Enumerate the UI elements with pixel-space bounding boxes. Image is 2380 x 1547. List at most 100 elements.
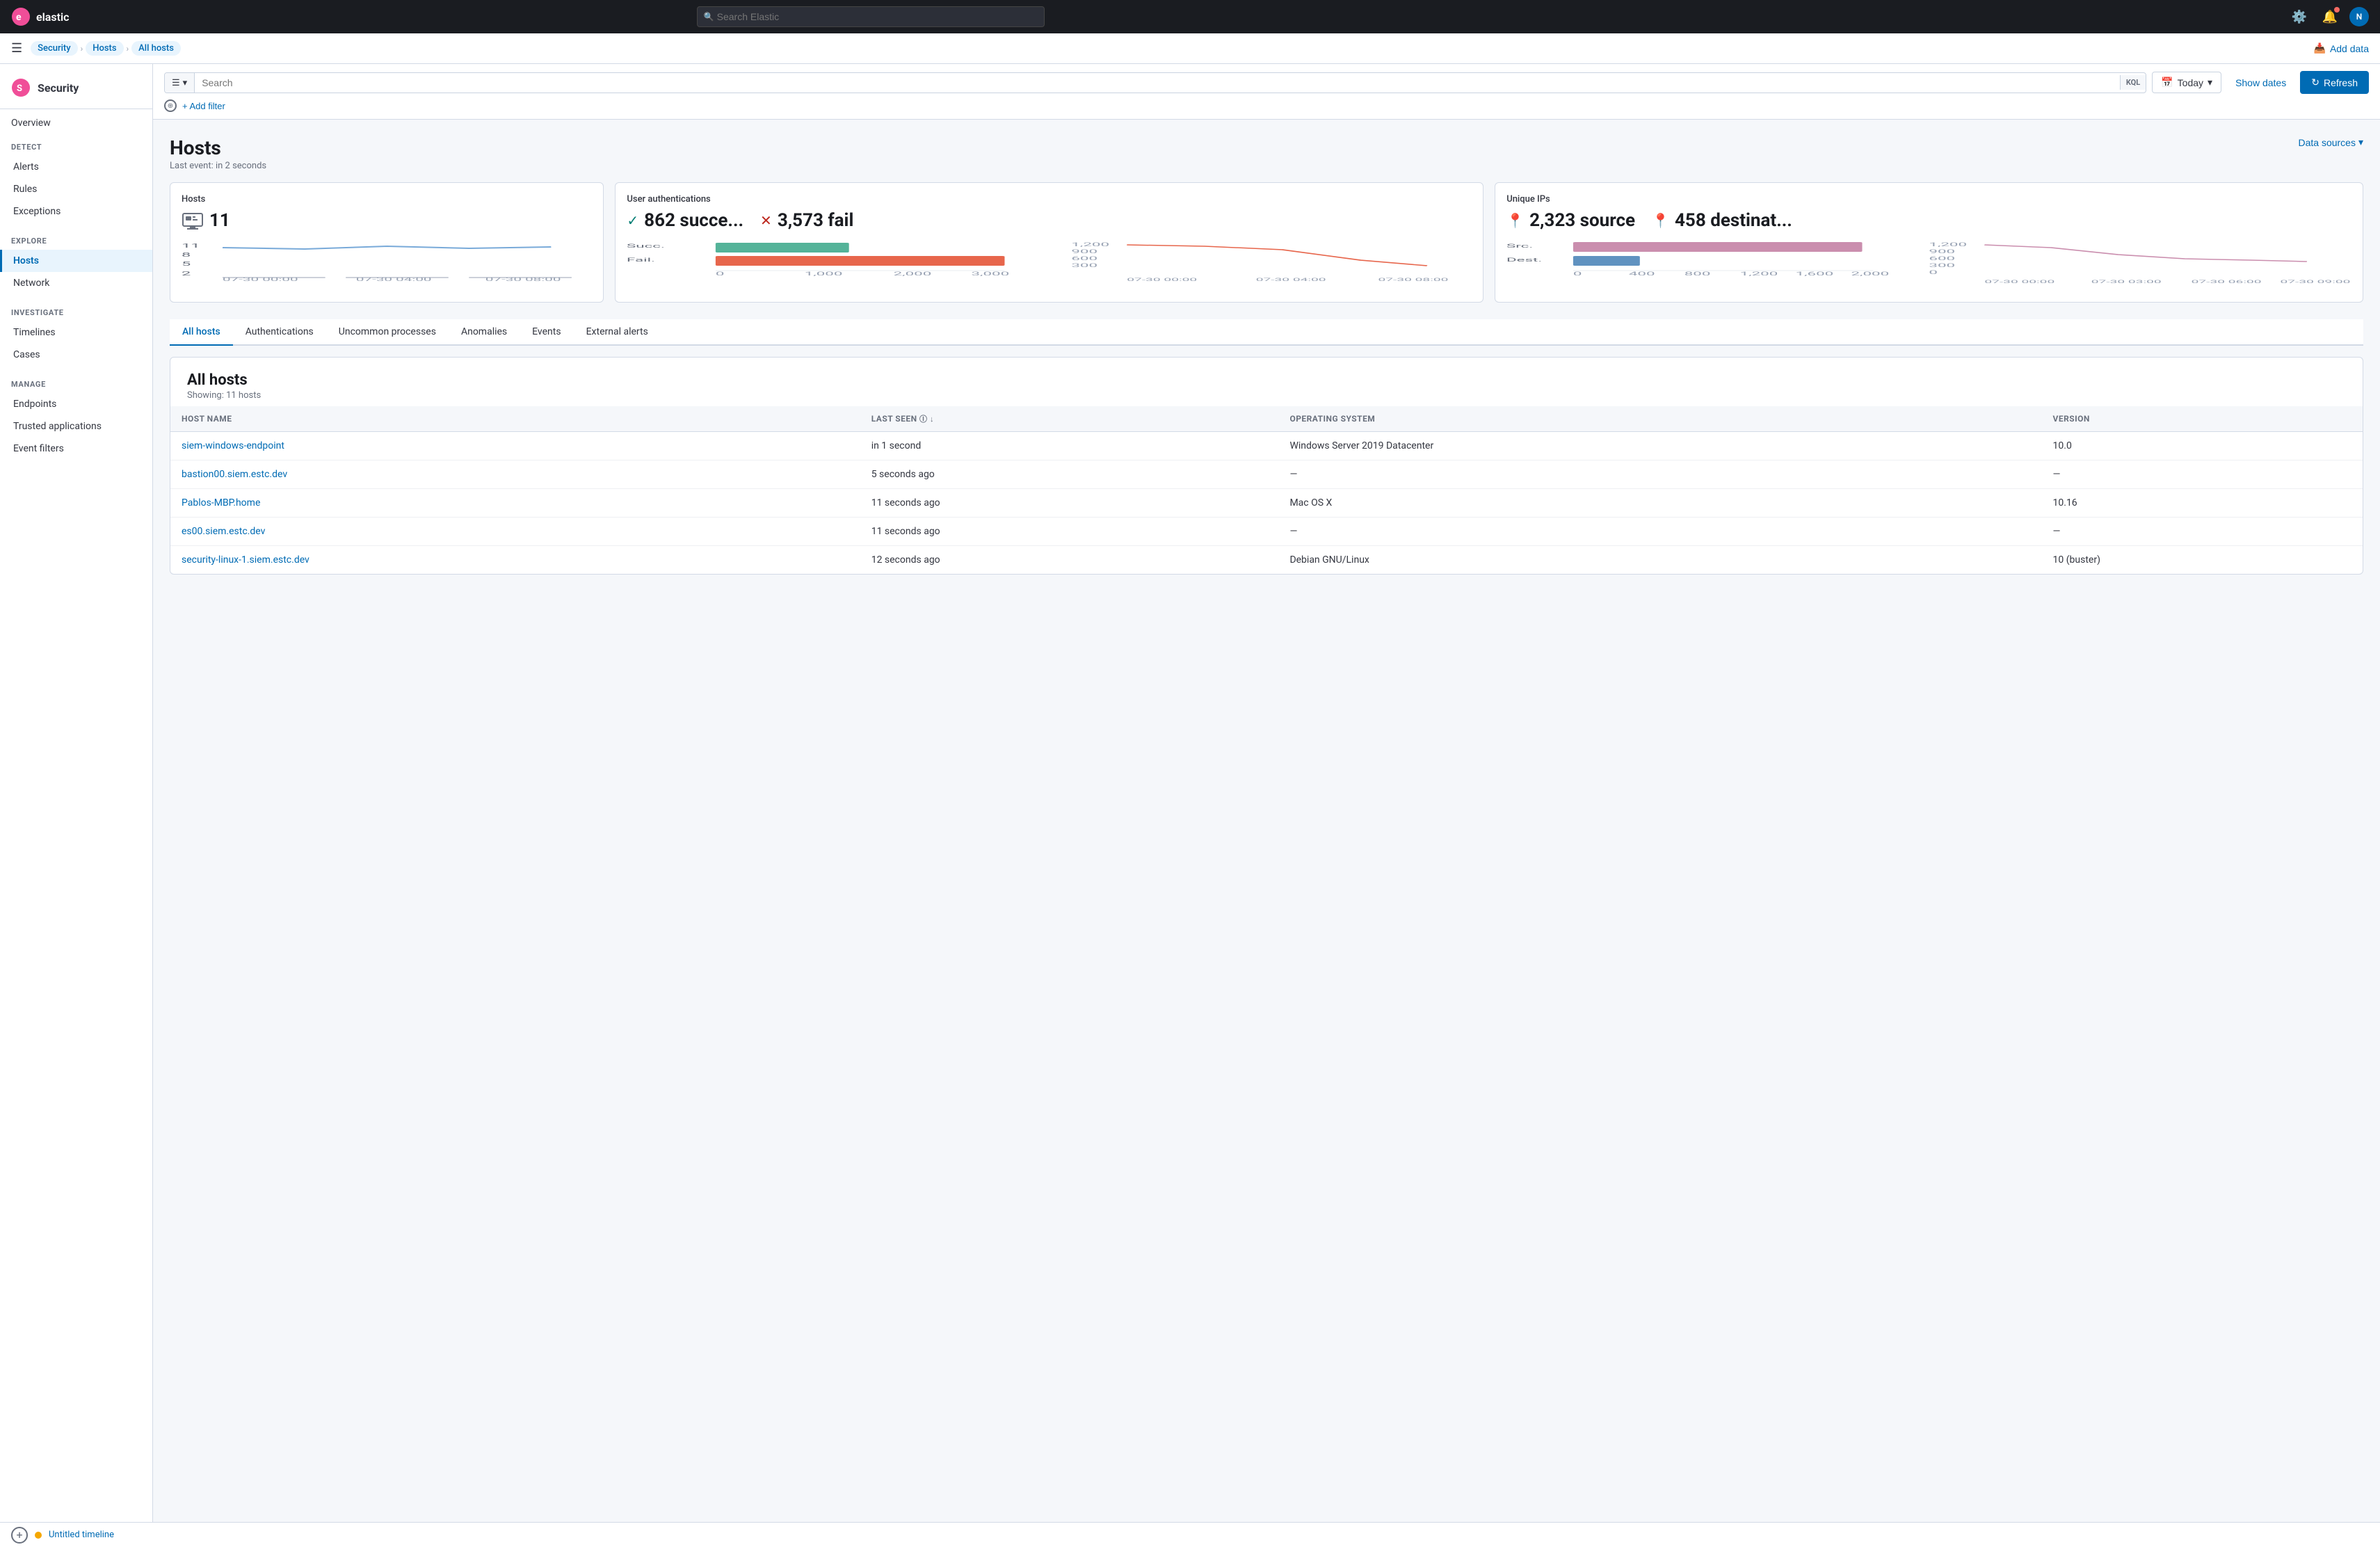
sidebar-item-hosts[interactable]: Hosts <box>0 250 152 272</box>
sidebar-section-investigate: Investigate Timelines Cases <box>0 297 152 369</box>
global-search-input[interactable] <box>697 6 1045 27</box>
svg-text:07-30 06:00: 07-30 06:00 <box>2192 280 2262 284</box>
cell-hostname: es00.siem.estc.dev <box>170 518 860 546</box>
table-header: All hosts Showing: 11 hosts <box>170 358 2363 406</box>
sidebar-item-alerts[interactable]: Alerts <box>0 156 152 178</box>
settings-icon-button[interactable]: ⚙️ <box>2288 6 2310 28</box>
col-last-seen-label: Last seen <box>871 414 917 424</box>
cell-os: Windows Server 2019 Datacenter <box>1278 432 2041 460</box>
sidebar-item-rules[interactable]: Rules <box>0 178 152 200</box>
tab-external-alerts[interactable]: External alerts <box>574 319 661 346</box>
page-subtitle: Last event: in 2 seconds <box>170 161 266 171</box>
sidebar-item-overview[interactable]: Overview <box>0 109 152 131</box>
sidebar-section-explore: Explore Hosts Network <box>0 225 152 297</box>
hostname-link[interactable]: es00.siem.estc.dev <box>182 526 265 537</box>
add-data-button[interactable]: 📥 Add data <box>2314 42 2370 54</box>
svg-text:07-30 09:00: 07-30 09:00 <box>2281 280 2351 284</box>
hosts-chart: 11 8 5 2 07-30 00:00 07-30 04:00 07-30 0… <box>182 239 592 284</box>
hostname-link[interactable]: siem-windows-endpoint <box>182 440 284 451</box>
ips-dest-count: 458 destinat... <box>1675 210 1792 231</box>
sidebar-header: S Security <box>0 64 152 109</box>
breadcrumb-item-security: Security <box>31 41 77 56</box>
kql-badge[interactable]: KQL <box>2120 75 2146 90</box>
sidebar-item-timelines[interactable]: Timelines <box>0 321 152 344</box>
hamburger-menu-button[interactable]: ☰ <box>11 41 22 56</box>
hostname-link[interactable]: Pablos-MBP.home <box>182 497 260 508</box>
tab-all-hosts[interactable]: All hosts <box>170 319 233 346</box>
table-row: Pablos-MBP.home11 seconds agoMac OS X10.… <box>170 489 2363 518</box>
col-os-label: Operating system <box>1289 414 1375 424</box>
tab-anomalies[interactable]: Anomalies <box>449 319 520 346</box>
sidebar-item-exceptions[interactable]: Exceptions <box>0 200 152 223</box>
svg-text:900: 900 <box>1072 249 1098 255</box>
sidebar-section-detect: Detect Alerts Rules Exceptions <box>0 131 152 225</box>
timeline-add-button[interactable]: + <box>11 1527 28 1544</box>
hosts-icon <box>182 211 204 230</box>
svg-text:300: 300 <box>1072 263 1098 268</box>
data-sources-button[interactable]: Data sources ▾ <box>2298 136 2363 148</box>
breadcrumb-all-hosts[interactable]: All hosts <box>131 41 181 56</box>
search-input[interactable] <box>195 73 2120 93</box>
col-last-seen: Last seen ⓘ ↓ <box>860 406 1279 432</box>
search-input-wrap: ☰ ▾ KQL <box>164 72 2146 93</box>
main-layout: S Security Overview Detect Alerts Rules … <box>0 64 2380 1547</box>
sidebar-section-label-investigate: Investigate <box>0 305 152 321</box>
auth-success-count: 862 succe... <box>644 210 743 231</box>
svg-text:07-30 04:00: 07-30 04:00 <box>1256 278 1326 282</box>
page-title-group: Hosts Last event: in 2 seconds <box>170 136 266 171</box>
stat-card-auth-values: ✓ 862 succe... ✕ 3,573 fail <box>627 210 1472 231</box>
last-seen-sort-icon[interactable]: ↓ <box>930 415 934 424</box>
date-picker-button[interactable]: 📅 Today ▾ <box>2152 72 2221 93</box>
sidebar-item-endpoints[interactable]: Endpoints <box>0 393 152 415</box>
cell-version: — <box>2042 460 2363 489</box>
svg-text:Succ.: Succ. <box>627 243 665 249</box>
tab-events[interactable]: Events <box>520 319 573 346</box>
last-seen-info-icon[interactable]: ⓘ <box>919 415 927 424</box>
sidebar-item-event-filters[interactable]: Event filters <box>0 438 152 460</box>
avatar[interactable]: N <box>2349 7 2369 26</box>
cell-hostname: bastion00.siem.estc.dev <box>170 460 860 489</box>
svg-text:3,000: 3,000 <box>972 271 1010 277</box>
add-filter-button[interactable]: + Add filter <box>182 101 225 111</box>
sidebar-section-label-manage: Manage <box>0 377 152 393</box>
notifications-icon-button[interactable]: 🔔 <box>2319 6 2341 28</box>
sidebar-overview-label: Overview <box>11 118 51 129</box>
cell-last-seen: 11 seconds ago <box>860 518 1279 546</box>
pin-icon-dest: 📍 <box>1652 212 1669 229</box>
breadcrumb-security[interactable]: Security <box>31 41 77 56</box>
search-type-icon: ☰ <box>172 77 180 88</box>
app-logo[interactable]: e elastic <box>11 7 69 26</box>
col-version-label: Version <box>2053 414 2090 424</box>
hostname-link[interactable]: security-linux-1.siem.estc.dev <box>182 554 309 566</box>
page-header: Hosts Last event: in 2 seconds Data sour… <box>170 136 2363 171</box>
cell-version: 10.16 <box>2042 489 2363 518</box>
data-sources-label: Data sources <box>2298 137 2355 148</box>
refresh-button[interactable]: ↻ Refresh <box>2300 71 2369 94</box>
cell-last-seen: 12 seconds ago <box>860 546 1279 575</box>
show-dates-button[interactable]: Show dates <box>2227 73 2294 93</box>
svg-text:1,200: 1,200 <box>1072 242 1110 248</box>
refresh-icon: ↻ <box>2311 77 2319 88</box>
breadcrumb-arrow-1: › <box>81 44 83 54</box>
search-type-button[interactable]: ☰ ▾ <box>165 73 195 93</box>
breadcrumb-arrow-2: › <box>127 44 129 54</box>
sidebar-item-cases[interactable]: Cases <box>0 344 152 366</box>
table-row: bastion00.siem.estc.dev5 seconds ago—— <box>170 460 2363 489</box>
hostname-link[interactable]: bastion00.siem.estc.dev <box>182 469 287 480</box>
sidebar-item-network[interactable]: Network <box>0 272 152 294</box>
svg-text:1,200: 1,200 <box>1740 271 1778 277</box>
timeline-indicator <box>35 1532 42 1539</box>
date-label: Today <box>2178 77 2203 88</box>
sidebar-section-label-explore: Explore <box>0 234 152 250</box>
tab-uncommon-processes[interactable]: Uncommon processes <box>326 319 449 346</box>
search-type-chevron: ▾ <box>183 77 188 88</box>
table-header-row: Host name Last seen ⓘ ↓ Operating system <box>170 406 2363 432</box>
sidebar-item-trusted-applications[interactable]: Trusted applications <box>0 415 152 438</box>
cell-os: — <box>1278 518 2041 546</box>
ips-source-item: 📍 2,323 source <box>1506 210 1635 231</box>
tab-authentications[interactable]: Authentications <box>233 319 326 346</box>
breadcrumb-hosts[interactable]: Hosts <box>86 41 123 56</box>
svg-text:0: 0 <box>716 271 725 277</box>
stat-card-auth: User authentications ✓ 862 succe... ✕ 3,… <box>615 182 1484 303</box>
timeline-label[interactable]: Untitled timeline <box>49 1530 114 1540</box>
